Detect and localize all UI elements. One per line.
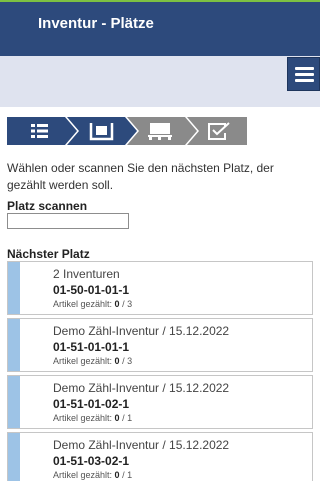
item-counted: Artikel gezählt: 0 / 1: [53, 470, 132, 480]
location-list: 2 Inventuren 01-50-01-01-1 Artikel gezäh…: [7, 261, 313, 481]
counted-value: 0: [114, 413, 120, 423]
counted-total: / 3: [122, 356, 133, 366]
item-accent: [8, 433, 20, 481]
item-counted: Artikel gezählt: 0 / 1: [53, 413, 132, 423]
counted-label: Artikel gezählt:: [53, 470, 113, 480]
scan-input[interactable]: [7, 213, 129, 229]
item-location-code: 01-51-03-02-1: [53, 454, 130, 468]
item-accent: [8, 376, 20, 428]
instruction-text: Wählen oder scannen Sie den nächsten Pla…: [7, 161, 274, 192]
hamburger-icon-bar: [295, 67, 314, 70]
counted-label: Artikel gezählt:: [53, 413, 113, 423]
hamburger-icon-bar: [295, 73, 314, 76]
counted-value: 0: [114, 356, 120, 366]
counted-value: 0: [114, 299, 120, 309]
list-icon: [31, 124, 48, 138]
counted-total: / 1: [122, 470, 133, 480]
wizard-steps: [7, 117, 247, 145]
item-location-code: 01-50-01-01-1: [53, 283, 130, 297]
toolbar: [0, 56, 320, 107]
item-title: 2 Inventuren: [53, 267, 120, 281]
counted-total: / 1: [122, 413, 133, 423]
item-location-code: 01-51-01-02-1: [53, 397, 130, 411]
menu-button[interactable]: [287, 57, 320, 91]
page-title: Inventur - Plätze: [38, 15, 154, 32]
item-accent: [8, 319, 20, 371]
list-item[interactable]: Demo Zähl-Inventur / 15.12.2022 01-51-01…: [7, 318, 313, 372]
item-title: Demo Zähl-Inventur / 15.12.2022: [53, 381, 230, 395]
list-item[interactable]: Demo Zähl-Inventur / 15.12.2022 01-51-01…: [7, 375, 313, 429]
item-title: Demo Zähl-Inventur / 15.12.2022: [53, 324, 230, 338]
item-accent: [8, 262, 20, 314]
counted-label: Artikel gezählt:: [53, 356, 113, 366]
item-counted: Artikel gezählt: 0 / 3: [53, 356, 132, 366]
item-counted: Artikel gezählt: 0 / 3: [53, 299, 132, 309]
next-location-label: Nächster Platz: [7, 247, 90, 261]
step-confirm[interactable]: [187, 117, 247, 145]
counted-value: 0: [114, 470, 120, 480]
counted-total: / 3: [122, 299, 133, 309]
item-location-code: 01-51-01-01-1: [53, 340, 130, 354]
scan-label: Platz scannen: [7, 199, 88, 213]
hamburger-icon-bar: [295, 79, 314, 82]
app-header: Inventur - Plätze: [0, 2, 320, 56]
list-item[interactable]: 2 Inventuren 01-50-01-01-1 Artikel gezäh…: [7, 261, 313, 315]
pallet-icon: [148, 123, 172, 140]
item-title: Demo Zähl-Inventur / 15.12.2022: [53, 438, 230, 452]
list-item[interactable]: Demo Zähl-Inventur / 15.12.2022 01-51-03…: [7, 432, 313, 481]
counted-label: Artikel gezählt:: [53, 299, 113, 309]
